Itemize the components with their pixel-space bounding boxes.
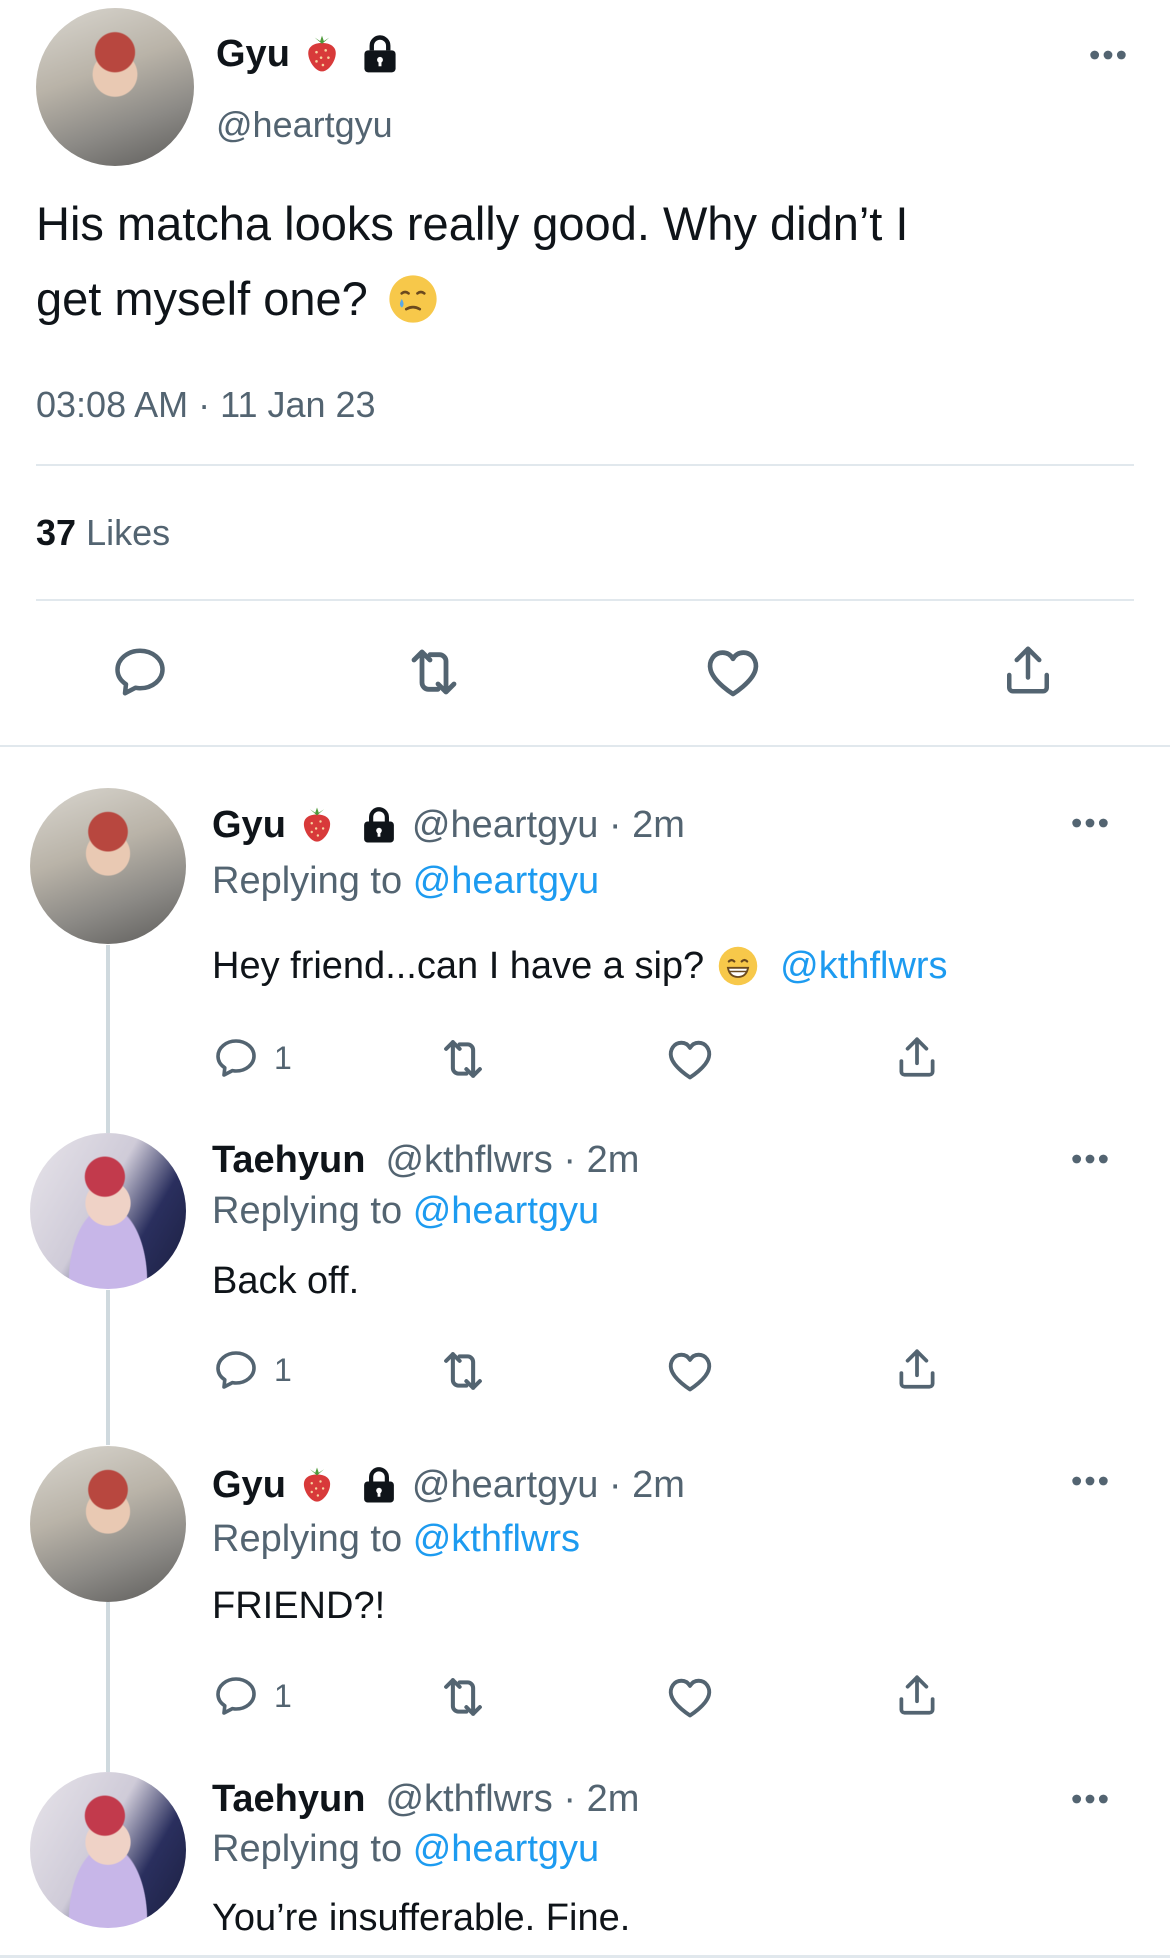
reply-count: 1 xyxy=(274,1678,292,1714)
author-name[interactable]: Gyu xyxy=(216,33,290,76)
author-handle-time[interactable]: @kthflwrs · 2m xyxy=(385,1139,639,1182)
retweet-icon[interactable] xyxy=(436,1670,490,1724)
reply-text: FRIEND?! xyxy=(212,1585,386,1627)
author-handle-time[interactable]: @kthflwrs · 2m xyxy=(385,1778,639,1821)
avatar[interactable] xyxy=(30,1133,186,1289)
likes-label: Likes xyxy=(86,512,171,553)
avatar[interactable] xyxy=(30,788,186,944)
author-handle-time[interactable]: @heartgyu · 2m xyxy=(412,804,685,847)
retweet-icon[interactable] xyxy=(436,1032,490,1086)
thread-line xyxy=(106,1290,110,1445)
like-icon[interactable] xyxy=(664,1671,716,1723)
more-icon[interactable] xyxy=(1070,1474,1110,1488)
reply-icon[interactable] xyxy=(110,642,170,702)
author-handle-time[interactable]: @heartgyu · 2m xyxy=(412,1464,685,1507)
more-icon[interactable] xyxy=(1070,1792,1110,1806)
mention-link[interactable]: @kthflwrs xyxy=(780,945,947,988)
retweet-icon[interactable] xyxy=(436,1344,490,1398)
share-icon[interactable] xyxy=(892,1032,942,1082)
likes-count: 37 xyxy=(36,512,77,553)
replying-to: Replying to @heartgyu xyxy=(212,1828,599,1871)
replying-to: Replying to @heartgyu xyxy=(212,860,599,903)
replying-to-prefix: Replying to xyxy=(212,860,403,902)
divider xyxy=(36,464,1134,466)
reply-count: 1 xyxy=(274,1352,292,1388)
replying-to-link[interactable]: @kthflwrs xyxy=(413,1518,580,1560)
author-name[interactable]: Gyu xyxy=(212,804,286,847)
reply-text: You’re insufferable. Fine. xyxy=(212,1897,631,1939)
replying-to-prefix: Replying to xyxy=(212,1828,403,1870)
like-icon[interactable] xyxy=(664,1345,716,1397)
strawberry-icon xyxy=(296,804,338,846)
replying-to-link[interactable]: @heartgyu xyxy=(413,1828,599,1870)
replying-to-prefix: Replying to xyxy=(212,1190,403,1232)
retweet-icon[interactable] xyxy=(402,640,466,704)
avatar[interactable] xyxy=(36,8,194,166)
tweet-text-line-2-text: get myself one? xyxy=(36,272,368,325)
reply-header: Taehyun @kthflwrs · 2m xyxy=(212,1774,639,1824)
reply-icon[interactable] xyxy=(212,1034,260,1082)
share-icon[interactable] xyxy=(998,640,1058,700)
author-row: Gyu xyxy=(216,30,402,78)
lock-icon xyxy=(358,804,400,846)
thread-line xyxy=(106,945,110,1133)
author-name[interactable]: Taehyun xyxy=(212,1139,365,1182)
share-icon[interactable] xyxy=(892,1344,942,1394)
reply-text-body: Hey friend...can I have a sip? xyxy=(212,944,705,987)
reply-icon[interactable] xyxy=(212,1672,260,1720)
reply-header: Gyu @heartgyu · 2m xyxy=(212,1460,685,1510)
author-name[interactable]: Taehyun xyxy=(212,1778,365,1821)
grin-emoji-icon xyxy=(718,946,758,986)
avatar[interactable] xyxy=(30,1772,186,1928)
lock-icon xyxy=(358,1464,400,1506)
reply-header: Taehyun @kthflwrs · 2m xyxy=(212,1135,639,1185)
likes-summary[interactable]: 37 Likes xyxy=(36,512,170,554)
divider xyxy=(36,599,1134,601)
strawberry-icon xyxy=(296,1464,338,1506)
more-icon[interactable] xyxy=(1088,48,1128,62)
like-icon[interactable] xyxy=(664,1033,716,1085)
lock-icon xyxy=(358,32,402,76)
replying-to: Replying to @heartgyu xyxy=(212,1190,599,1233)
replying-to-link[interactable]: @heartgyu xyxy=(413,860,599,902)
author-name[interactable]: Gyu xyxy=(212,1464,286,1507)
thread-line xyxy=(106,1602,110,1772)
reply-icon[interactable] xyxy=(212,1346,260,1394)
section-divider xyxy=(0,745,1170,747)
tweet-text-line-1: His matcha looks really good. Why didn’t… xyxy=(36,197,909,250)
tear-emoji-icon xyxy=(389,274,437,323)
tweet-text-line-2: get myself one? xyxy=(36,261,1146,336)
tweet-timestamp[interactable]: 03:08 AM · 11 Jan 23 xyxy=(36,384,376,426)
reply-text: Back off. xyxy=(212,1260,360,1302)
bottom-divider xyxy=(0,1955,1170,1958)
avatar[interactable] xyxy=(30,1446,186,1602)
more-icon[interactable] xyxy=(1070,816,1110,830)
strawberry-icon xyxy=(300,32,344,76)
replying-to-link[interactable]: @heartgyu xyxy=(413,1190,599,1232)
share-icon[interactable] xyxy=(892,1670,942,1720)
like-icon[interactable] xyxy=(702,641,764,703)
reply-header: Gyu @heartgyu · 2m xyxy=(212,800,685,850)
tweet-text: His matcha looks really good. Why didn’t… xyxy=(36,186,1146,336)
reply-text: Hey friend...can I have a sip? @kthflwrs xyxy=(212,944,948,988)
replying-to-prefix: Replying to xyxy=(212,1518,403,1560)
more-icon[interactable] xyxy=(1070,1152,1110,1166)
replying-to: Replying to @kthflwrs xyxy=(212,1518,580,1561)
author-handle[interactable]: @heartgyu xyxy=(216,104,393,146)
reply-count: 1 xyxy=(274,1040,292,1076)
